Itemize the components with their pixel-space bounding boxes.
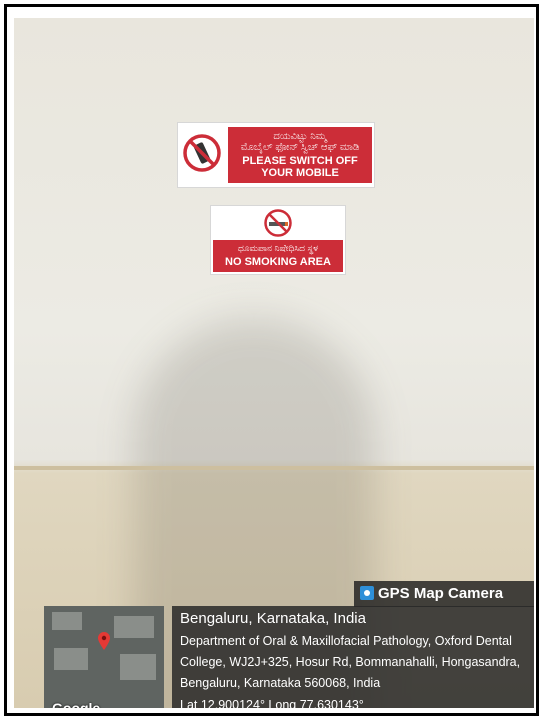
map-pin-icon xyxy=(98,632,110,650)
gps-app-tag: GPS Map Camera xyxy=(354,581,534,607)
location-address: Department of Oral & Maxillofacial Patho… xyxy=(180,634,521,690)
location-latlong: Lat 12.900124° Long 77.630143° xyxy=(180,698,364,708)
no-smoking-icon xyxy=(264,209,292,237)
no-mobile-icon xyxy=(183,134,221,172)
gps-camera-icon xyxy=(360,586,374,600)
no-smoking-sign: ಧೂಮಪಾನ ನಿಷೇಧಿಸಿದ ಸ್ಥಳ NO SMOKING AREA xyxy=(211,206,345,274)
smoking-sign-english: NO SMOKING AREA xyxy=(225,256,331,268)
switch-off-mobile-sign: ದಯವಿಟ್ಟು ನಿಮ್ಮ ಮೊಬೈಲ್ ಫೋನ್ ಸ್ವಿಚ್ ಆಫ್ ಮಾ… xyxy=(178,123,374,187)
map-thumbnail: Google xyxy=(44,606,164,708)
mobile-sign-english-2: YOUR MOBILE xyxy=(261,167,339,179)
wall-dado-line xyxy=(14,466,534,470)
gps-info-panel: Bengaluru, Karnataka, India Department o… xyxy=(172,606,534,708)
smoking-sign-kannada: ಧೂಮಪಾನ ನಿಷೇಧಿಸಿದ ಸ್ಥಳ xyxy=(237,243,319,253)
mobile-sign-english-1: PLEASE SWITCH OFF xyxy=(242,155,358,167)
mobile-sign-kannada-2: ಮೊಬೈಲ್ ಫೋನ್ ಸ್ವಿಚ್ ಆಫ್ ಮಾಡಿ xyxy=(240,142,360,153)
no-smoking-panel: ಧೂಮಪಾನ ನಿಷೇಧಿಸಿದ ಸ್ಥಳ NO SMOKING AREA xyxy=(213,240,343,272)
location-city: Bengaluru, Karnataka, India xyxy=(180,610,366,627)
switch-off-mobile-panel: ದಯವಿಟ್ಟು ನಿಮ್ಮ ಮೊಬೈಲ್ ಫೋನ್ ಸ್ವಿಚ್ ಆಫ್ ಮಾ… xyxy=(228,127,372,183)
photo: ದಯವಿಟ್ಟು ನಿಮ್ಮ ಮೊಬೈಲ್ ಫೋನ್ ಸ್ವಿಚ್ ಆಫ್ ಮಾ… xyxy=(14,18,534,708)
gps-app-name: GPS Map Camera xyxy=(378,585,504,602)
google-logo: Google xyxy=(52,700,101,708)
mobile-sign-kannada-1: ದಯವಿಟ್ಟು ನಿಮ್ಮ xyxy=(273,131,327,142)
